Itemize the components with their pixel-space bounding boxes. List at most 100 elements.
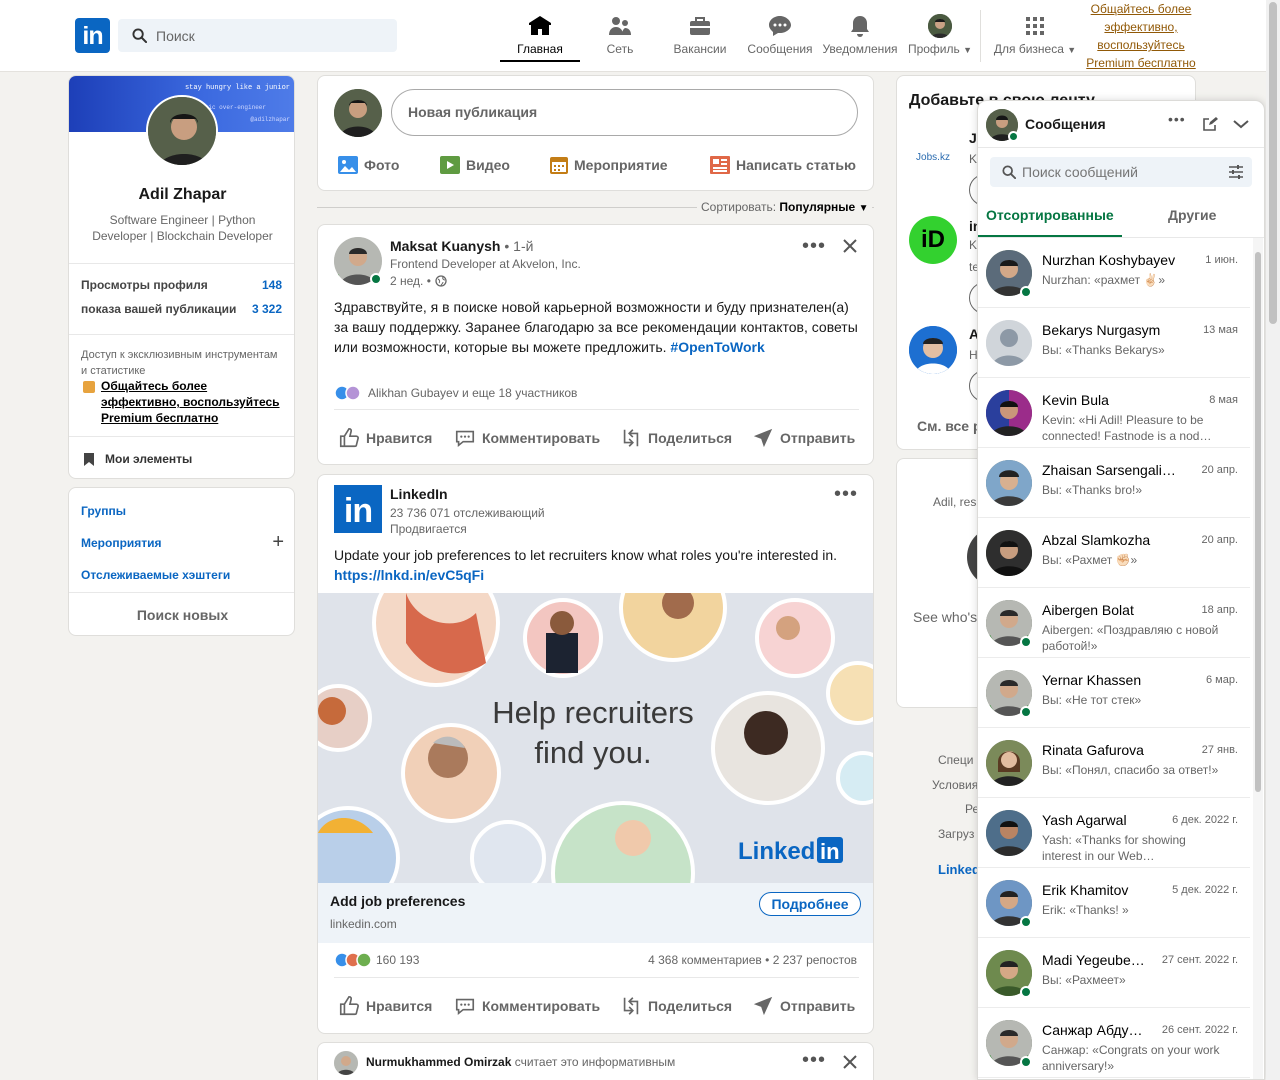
comments-count[interactable]: 4 368 комментариев bbox=[648, 953, 762, 967]
nav-network[interactable]: Сеть bbox=[580, 14, 660, 62]
conversation-item[interactable]: Bekarys Nurgasym 13 мая Вы: «Thanks Beka… bbox=[978, 308, 1250, 378]
premium-upsell-link[interactable]: Общайтесь более эффективно, воспользуйте… bbox=[1084, 0, 1198, 72]
contact-name: Kevin Bula bbox=[1042, 392, 1109, 408]
promo-image[interactable]: Help recruiters find you. Linked in bbox=[318, 593, 873, 883]
conversation-item[interactable]: Yernar Khassen 6 мар. Вы: «Не тот стек» bbox=[978, 658, 1250, 728]
premium-try-link[interactable]: Общайтесь более эффективно, воспользуйте… bbox=[101, 378, 286, 426]
profile-views-count[interactable]: 148 bbox=[262, 278, 282, 292]
comment-button[interactable]: Комментировать bbox=[454, 427, 600, 449]
tab-focused[interactable]: Отсортированные bbox=[986, 207, 1114, 223]
company-logo[interactable]: in bbox=[334, 485, 382, 533]
divider bbox=[69, 334, 294, 335]
more-options-icon[interactable]: ••• bbox=[802, 235, 826, 258]
article-label: Написать статью bbox=[736, 157, 856, 173]
profile-views-label[interactable]: Просмотры профиля bbox=[81, 278, 208, 292]
repost-button[interactable]: Поделиться bbox=[620, 995, 732, 1017]
send-button[interactable]: Отправить bbox=[752, 995, 855, 1017]
discover-more-button[interactable]: Поиск новых bbox=[69, 607, 294, 623]
divider bbox=[69, 436, 294, 437]
search-input[interactable] bbox=[156, 19, 386, 52]
conversation-item[interactable]: Санжар Абду… 26 сент. 2022 г. Санжар: «C… bbox=[978, 1008, 1250, 1078]
event-button[interactable]: Мероприятие bbox=[550, 156, 668, 174]
conversation-scrollbar[interactable] bbox=[1253, 238, 1263, 1079]
chevron-down-icon[interactable] bbox=[1233, 119, 1249, 129]
cta-bar[interactable]: Add job preferences linkedin.com Подробн… bbox=[318, 883, 873, 943]
repost-button[interactable]: Поделиться bbox=[620, 427, 732, 449]
scrollbar-thumb[interactable] bbox=[1269, 2, 1277, 324]
suggestion-logo[interactable]: Jobs.kz bbox=[909, 134, 957, 182]
learn-more-button[interactable]: Подробнее bbox=[759, 892, 861, 916]
post-body: Update your job preferences to let recru… bbox=[334, 547, 838, 563]
post-impressions-label[interactable]: показа вашей публикации bbox=[81, 302, 236, 316]
like-button[interactable]: Нравится bbox=[338, 995, 432, 1017]
author-avatar[interactable] bbox=[334, 1051, 358, 1075]
author-name[interactable]: Maksat Kuanysh bbox=[390, 238, 500, 254]
online-status-icon bbox=[1020, 706, 1032, 718]
nav-home[interactable]: Главная bbox=[500, 14, 580, 62]
linkedin-logo[interactable]: in bbox=[75, 18, 110, 53]
nav-profile[interactable]: Профиль ▼ bbox=[900, 14, 980, 62]
conversation-item[interactable]: Zhaisan Sarsengaliyev 20 апр. Вы: «Thank… bbox=[978, 448, 1250, 518]
see-all-recommendations[interactable]: См. все р bbox=[917, 418, 982, 434]
post-link[interactable]: https://lnkd.in/evC5qFi bbox=[334, 567, 484, 583]
compose-icon[interactable] bbox=[1202, 116, 1218, 132]
nav-business[interactable]: Для бизнеса ▼ bbox=[992, 14, 1078, 62]
nav-jobs[interactable]: Вакансии bbox=[660, 14, 740, 62]
write-article-button[interactable]: Написать статью bbox=[710, 156, 856, 174]
more-options-icon[interactable]: ••• bbox=[802, 1049, 826, 1072]
photo-button[interactable]: Фото bbox=[338, 156, 399, 174]
like-button[interactable]: Нравится bbox=[338, 427, 432, 449]
conversation-item[interactable]: Madi Yegeube… 27 сент. 2022 г. Вы: «Рахм… bbox=[978, 938, 1250, 1008]
close-icon[interactable] bbox=[843, 239, 857, 253]
start-post-button[interactable]: Новая публикация bbox=[391, 89, 858, 136]
message-search[interactable] bbox=[990, 157, 1252, 187]
actor-name[interactable]: Nurmukhammed Omirzak bbox=[366, 1055, 511, 1069]
post-impressions-count[interactable]: 3 322 bbox=[252, 302, 282, 316]
filter-icon[interactable] bbox=[1228, 165, 1244, 179]
message-search-input[interactable] bbox=[1022, 157, 1212, 187]
company-name[interactable]: LinkedIn bbox=[390, 486, 448, 502]
profile-name[interactable]: Adil Zhapar bbox=[69, 186, 294, 204]
suggestion-avatar[interactable] bbox=[909, 326, 957, 374]
sort-dropdown[interactable]: Сортировать: Популярные ▼ bbox=[697, 200, 873, 214]
groups-link[interactable]: Группы bbox=[81, 504, 126, 518]
premium-promo-text: Доступ к эксклюзивным инструментам и ста… bbox=[81, 349, 278, 377]
hashtag-link[interactable]: #OpenToWork bbox=[670, 339, 764, 355]
footer-link[interactable]: Специ bbox=[938, 753, 973, 767]
more-options-icon[interactable]: ••• bbox=[834, 483, 858, 506]
conversation-item[interactable]: Abzal Slamkozha 20 апр. Вы: «Рахмет ✊🏻» bbox=[978, 518, 1250, 588]
footer-link[interactable]: Загруз bbox=[938, 827, 974, 841]
send-button[interactable]: Отправить bbox=[752, 427, 855, 449]
events-link[interactable]: Мероприятия bbox=[81, 536, 162, 550]
nav-notifications[interactable]: Уведомления bbox=[820, 14, 900, 62]
conversation-item[interactable]: Kevin Bula 8 мая Kevin: «Hi Adil! Pleasu… bbox=[978, 378, 1250, 448]
sort-label: Сортировать: bbox=[701, 200, 777, 214]
reposts-count[interactable]: 2 237 репостов bbox=[773, 953, 857, 967]
messaging-title[interactable]: Сообщения bbox=[1025, 116, 1106, 132]
conversation-item[interactable]: Aibergen Bolat 18 апр. Aibergen: «Поздра… bbox=[978, 588, 1250, 658]
more-options-icon[interactable]: ••• bbox=[1168, 111, 1186, 127]
conversation-item[interactable]: Rinata Gafurova 27 янв. Вы: «Понял, спас… bbox=[978, 728, 1250, 798]
profile-avatar[interactable] bbox=[146, 95, 218, 167]
message-date: 20 апр. bbox=[1201, 534, 1238, 546]
video-button[interactable]: Видео bbox=[440, 156, 510, 174]
page-scrollbar[interactable] bbox=[1266, 0, 1280, 1080]
scrollbar-thumb[interactable] bbox=[1255, 252, 1261, 792]
conversation-item[interactable]: Erik Khamitov 5 дек. 2022 г. Erik: «Than… bbox=[978, 868, 1250, 938]
composer-avatar[interactable] bbox=[334, 89, 382, 137]
comment-button[interactable]: Комментировать bbox=[454, 995, 600, 1017]
reactions-summary[interactable]: 160 193 bbox=[334, 952, 419, 968]
global-search[interactable] bbox=[118, 19, 397, 52]
tab-other[interactable]: Другие bbox=[1168, 207, 1216, 223]
image-headline-1: Help recruiters bbox=[492, 695, 694, 730]
hashtags-link[interactable]: Отслеживаемые хэштеги bbox=[81, 568, 230, 582]
conversation-item[interactable]: Yash Agarwal 6 дек. 2022 г. Yash: «Thank… bbox=[978, 798, 1250, 868]
footer-link[interactable]: Условия bbox=[932, 778, 978, 792]
suggestion-logo[interactable]: iD bbox=[909, 216, 957, 264]
my-items-link[interactable]: Мои элементы bbox=[105, 452, 192, 466]
reactions-summary[interactable]: Alikhan Gubayev и еще 18 участников bbox=[334, 385, 577, 401]
close-icon[interactable] bbox=[843, 1055, 857, 1069]
nav-messaging[interactable]: Сообщения bbox=[740, 14, 820, 62]
conversation-item[interactable]: Nurzhan Koshybayev 1 июн. Nurzhan: «рахм… bbox=[978, 238, 1250, 308]
add-event-icon[interactable]: + bbox=[272, 532, 284, 552]
